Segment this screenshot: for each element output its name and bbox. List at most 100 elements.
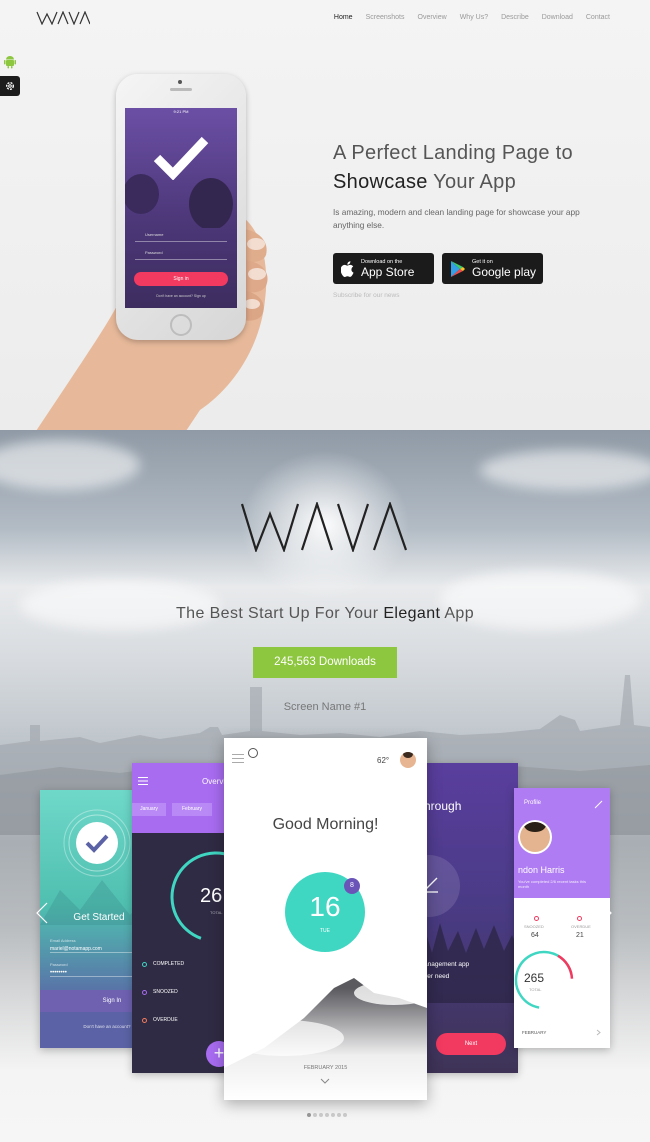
hero-title-line1: A Perfect Landing Page to: [333, 142, 573, 164]
profile-avatar: [518, 820, 552, 854]
card1-password-label: Password: [50, 962, 68, 967]
carousel-pagination: [307, 1113, 347, 1117]
subscribe-link[interactable]: Subscribe for our news: [333, 292, 399, 299]
android-icon[interactable]: [0, 52, 20, 72]
nav-home[interactable]: Home: [334, 14, 353, 21]
card3-month: FEBRUARY 2015: [303, 1065, 348, 1071]
card4-desc-line2: ver need: [424, 973, 450, 980]
card3-temperature: 62°: [377, 756, 390, 765]
card5-stat1-label: SNOOZED: [524, 924, 544, 929]
chevron-right-icon[interactable]: [596, 1029, 601, 1036]
downloads-button[interactable]: 245,563 Downloads: [253, 647, 397, 678]
screen-card-walkthrough[interactable]: hrough anagement app ver need Next: [418, 763, 518, 1073]
status-dot-icon: [577, 916, 582, 921]
card4-next-button[interactable]: Next: [436, 1033, 506, 1055]
screen-card-good-morning[interactable]: 62° Good Morning! 16 TUE 8 FEBRUARY 2015: [224, 738, 427, 1100]
hero-description: Is amazing, modern and clean landing pag…: [333, 207, 580, 230]
pagination-dot[interactable]: [331, 1113, 335, 1117]
tagline-pre: The Best Start Up For Your: [175, 605, 384, 622]
card5-total: 265: [524, 971, 545, 985]
card5-month: FEBRUARY: [522, 1030, 547, 1035]
carousel-prev-button[interactable]: [34, 900, 50, 926]
card4-desc-line1: anagement app: [424, 961, 470, 968]
chevron-left-icon: [36, 902, 48, 924]
cloud: [0, 440, 140, 490]
chevron-down-icon[interactable]: [320, 1078, 330, 1084]
google-play-icon: [451, 260, 465, 277]
phone-status-bar: 9:21 PM: [173, 109, 189, 114]
phone-username-field[interactable]: Username: [135, 228, 227, 242]
pagination-dot[interactable]: [307, 1113, 311, 1117]
screen-card-get-started[interactable]: Get Started Email Address mariel@notamap…: [40, 790, 144, 1048]
card2-number-label: TOTAL: [210, 910, 223, 915]
cloud: [480, 450, 650, 490]
card3-badge: 8: [344, 878, 360, 894]
card2-row-label: SNOOZED: [153, 989, 178, 995]
tagline-bold: Elegant: [383, 605, 441, 622]
status-dot-icon: [142, 1017, 147, 1023]
google-play-big: Google play: [472, 264, 537, 279]
main-nav: Home Screenshots Overview Why Us? Descri…: [334, 14, 610, 21]
card5-stat2-label: OVERDUE: [571, 924, 591, 929]
screen-card-profile[interactable]: Profile ndon Harris You've completed 2/6…: [514, 788, 610, 1048]
app-store-big: App Store: [361, 264, 415, 279]
phone-footer-text: Don't have an account? Sign up: [156, 294, 206, 298]
app-store-button[interactable]: Download on the App Store: [333, 253, 434, 284]
card2-tab-january[interactable]: January: [132, 803, 166, 816]
forest-silhouette: [418, 923, 518, 1003]
card1-email-field[interactable]: mariel@notamapp.com: [50, 946, 134, 953]
card1-password-field[interactable]: ••••••••: [50, 970, 134, 977]
avatar[interactable]: [400, 752, 416, 768]
card2-row-label: OVERDUE: [153, 1017, 178, 1023]
showcase-section: The Best Start Up For Your Elegant App 2…: [0, 430, 650, 1142]
wava-logo[interactable]: [36, 11, 90, 25]
card2-row-completed: COMPLETED: [142, 961, 184, 967]
pagination-dot[interactable]: [313, 1113, 317, 1117]
hero-title: A Perfect Landing Page to Showcase Your …: [333, 139, 573, 197]
pagination-dot[interactable]: [319, 1113, 323, 1117]
card1-title: Get Started: [73, 912, 125, 923]
nav-describe[interactable]: Describe: [501, 14, 529, 21]
card5-stat1: 64: [531, 932, 539, 939]
phone-speaker: [170, 88, 192, 91]
pagination-dot[interactable]: [337, 1113, 341, 1117]
pagination-dot[interactable]: [325, 1113, 329, 1117]
card5-title: Profile: [524, 800, 542, 806]
card2-tab-february[interactable]: February: [172, 803, 212, 816]
phone-camera: [178, 80, 182, 84]
nav-screenshots[interactable]: Screenshots: [366, 14, 405, 21]
hero-title-bold: Showcase: [333, 171, 428, 193]
edit-icon[interactable]: [594, 800, 603, 809]
phone-password-field[interactable]: Password: [135, 246, 227, 260]
phone-mockup: 9:21 PM Username Password Sign in Don't …: [116, 74, 246, 340]
apple-icon: [341, 260, 354, 277]
card1-footer: Don't have an account?: [83, 1024, 131, 1029]
pagination-dot[interactable]: [343, 1113, 347, 1117]
card5-stat2: 21: [576, 932, 584, 939]
card1-email-label: Email Address: [50, 938, 76, 943]
status-circle-icon: [248, 748, 258, 758]
carousel-next-button[interactable]: [598, 900, 614, 926]
status-dot-icon: [142, 961, 147, 967]
screen-name-label: Screen Name #1: [283, 701, 367, 713]
nav-download[interactable]: Download: [542, 14, 573, 21]
phone-signin-button[interactable]: Sign in: [134, 272, 228, 286]
nav-contact[interactable]: Contact: [586, 14, 610, 21]
nav-why-us[interactable]: Why Us?: [460, 14, 488, 21]
status-dot-icon: [142, 989, 147, 995]
card4-title: hrough: [424, 799, 462, 813]
gear-icon[interactable]: [0, 76, 20, 96]
tagline-post: App: [440, 605, 475, 622]
nav-overview[interactable]: Overview: [418, 14, 447, 21]
phone-screen: 9:21 PM Username Password Sign in Don't …: [125, 108, 237, 308]
card5-name: ndon Harris: [518, 865, 565, 875]
misty-mountain: [224, 978, 427, 1100]
chevron-right-icon: [600, 902, 612, 924]
google-play-button[interactable]: Get it on Google play: [442, 253, 543, 284]
status-dot-icon: [534, 916, 539, 921]
card2-row-label: COMPLETED: [153, 961, 185, 967]
card2-number: 26: [200, 885, 223, 907]
menu-icon: [138, 777, 148, 785]
card1-signin-button[interactable]: Sign In: [40, 990, 144, 1012]
screen-card-overview[interactable]: Overview January February 26 TOTAL COMPL…: [132, 763, 236, 1073]
